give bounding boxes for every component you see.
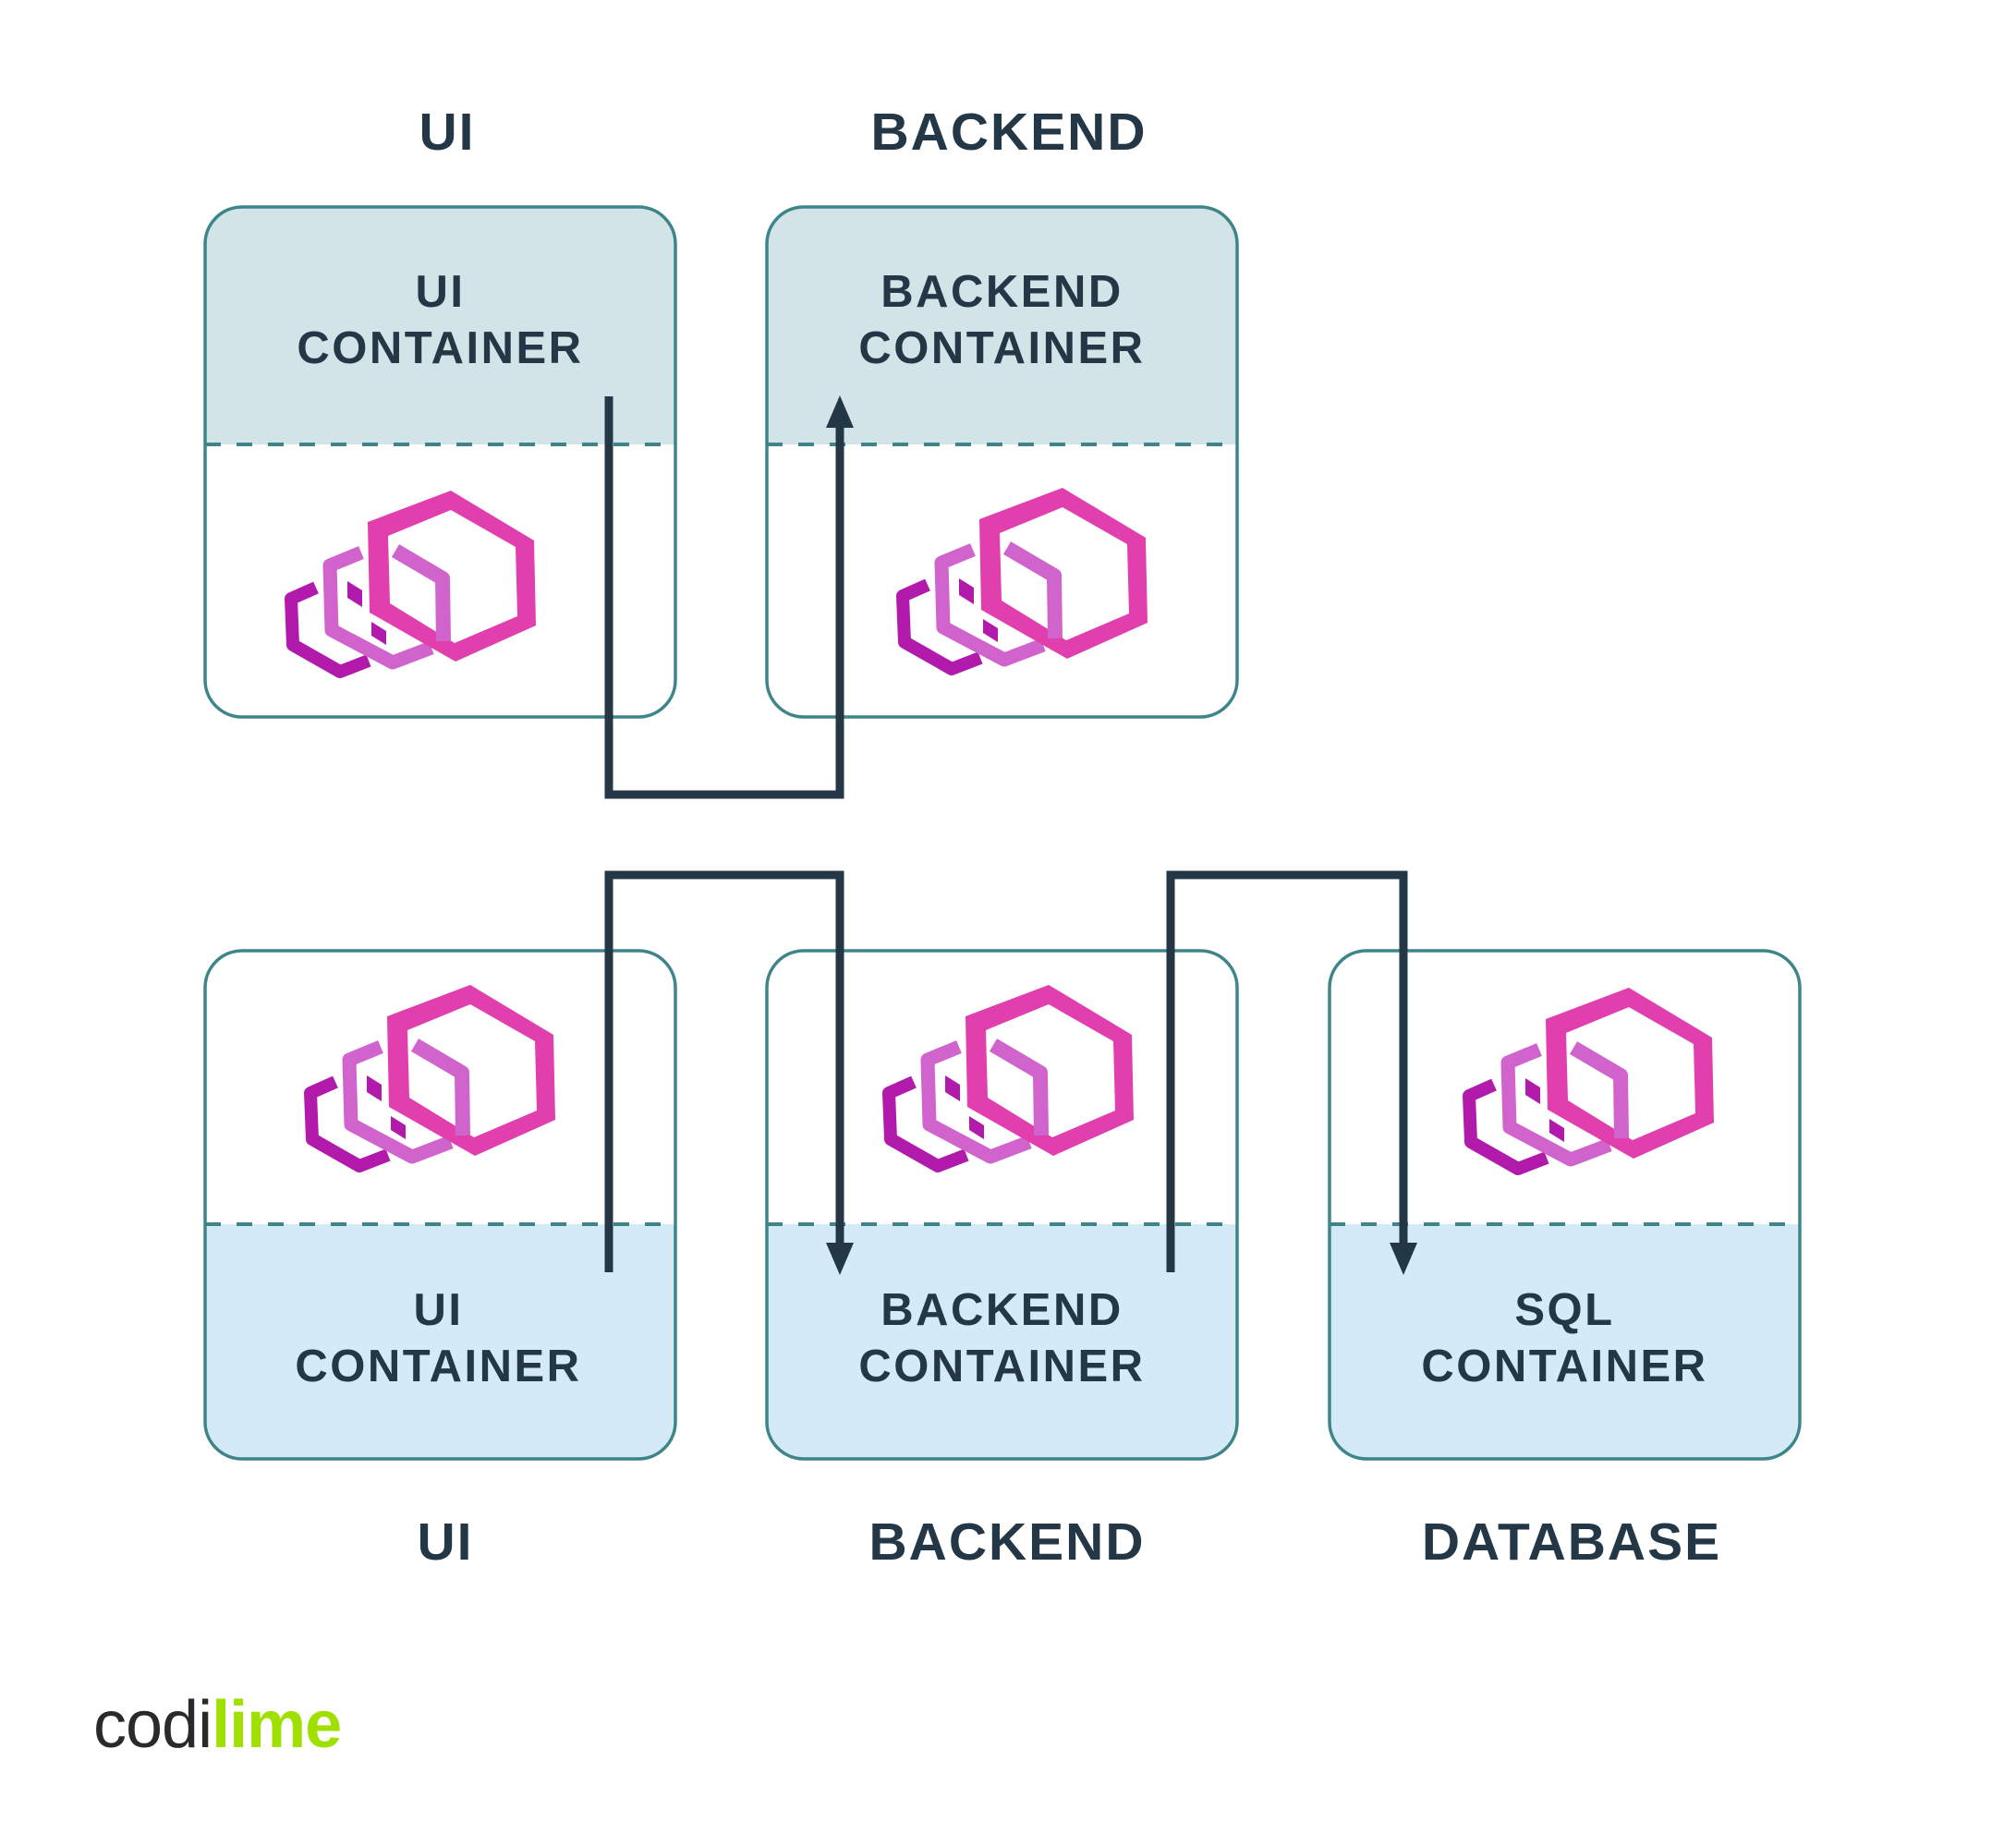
container-label-ui-bottom: UI CONTAINER: [203, 1282, 674, 1395]
container-label-line-2: CONTAINER: [1421, 1342, 1708, 1391]
container-label-line-2: CONTAINER: [295, 1342, 582, 1391]
container-label-backend-bottom: BACKEND CONTAINER: [767, 1282, 1237, 1395]
section-label-database-bottom: DATABASE: [1421, 1512, 1722, 1572]
container-label-line-1: UI: [413, 1285, 464, 1335]
section-label-backend-bottom: BACKEND: [868, 1512, 1146, 1572]
container-label-line-1: UI: [415, 267, 466, 317]
codilime-logo-part-lime: lime: [212, 1688, 342, 1762]
section-label-ui-bottom: UI: [417, 1512, 474, 1572]
container-label-line-1: SQL: [1514, 1285, 1615, 1335]
diagram-canvas: UI BACKEND UI BACKEND DATABASE UI CONTAI…: [0, 0, 2016, 1834]
container-label-line-2: CONTAINER: [858, 1342, 1146, 1391]
codilime-logo: codilime: [93, 1688, 342, 1762]
container-label-line-1: BACKEND: [880, 1285, 1123, 1335]
container-label-backend-top: BACKEND CONTAINER: [767, 264, 1237, 377]
container-label-line-1: BACKEND: [880, 267, 1123, 317]
container-label-line-2: CONTAINER: [858, 323, 1146, 373]
section-label-ui-top: UI: [419, 103, 476, 162]
section-label-backend-top: BACKEND: [870, 103, 1148, 162]
codilime-logo-part-codi: codi: [93, 1688, 213, 1762]
container-label-line-2: CONTAINER: [297, 323, 584, 373]
container-label-database-bottom: SQL CONTAINER: [1330, 1282, 1800, 1395]
container-label-ui-top: UI CONTAINER: [205, 264, 675, 377]
